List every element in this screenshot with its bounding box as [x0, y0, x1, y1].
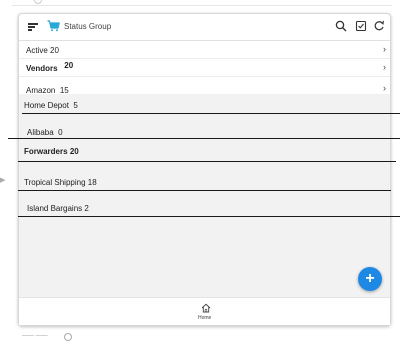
home-icon[interactable] — [201, 303, 211, 313]
group-item-alibaba[interactable]: Alibaba 0 — [27, 128, 63, 137]
group-item-forwarders[interactable]: Forwarders 20 — [24, 147, 79, 156]
top-app-bar: Status Group — [19, 14, 390, 41]
status-list: Active 20 › Vendors 20 › Amazon 15 › — [19, 41, 390, 96]
group-item-island-bargains[interactable]: Island Bargains 2 — [27, 204, 89, 213]
checkbox-icon[interactable] — [355, 20, 367, 32]
list-item-amazon[interactable]: Amazon 15 › — [19, 77, 390, 95]
home-label[interactable]: Home — [198, 315, 211, 321]
bottom-navigation: Home — [19, 297, 390, 325]
group-items-panel: Home Depot 5 Alibaba 0 Forwarders 20 Tro… — [19, 94, 390, 299]
background-window-bottom: —— —— — [22, 333, 48, 339]
divider — [8, 138, 400, 139]
menu-icon[interactable] — [28, 23, 38, 31]
search-icon[interactable] — [335, 20, 347, 32]
list-item-label: Active 20 — [26, 46, 59, 55]
list-item-label: Vendors 20 — [26, 61, 74, 73]
background-window-top — [12, 0, 392, 6]
left-expand-icon[interactable]: ▶ — [0, 176, 5, 184]
divider — [18, 216, 400, 217]
background-circle-icon — [34, 0, 42, 4]
divider — [22, 113, 400, 114]
add-button[interactable]: + — [358, 267, 382, 291]
chevron-right-icon: › — [383, 44, 386, 54]
chevron-right-icon: › — [383, 83, 386, 93]
list-item-active[interactable]: Active 20 › — [19, 41, 390, 59]
app-window: Status Group Active 20 › Vendors 20 › Am… — [18, 13, 391, 326]
divider — [18, 190, 391, 191]
background-circle-icon — [64, 333, 72, 341]
group-item-home-depot[interactable]: Home Depot 5 — [24, 101, 78, 110]
page-title: Status Group — [64, 22, 112, 31]
list-item-vendors[interactable]: Vendors 20 › — [19, 59, 390, 77]
divider — [18, 161, 396, 162]
cart-icon — [47, 20, 60, 32]
group-item-tropical-shipping[interactable]: Tropical Shipping 18 — [24, 178, 97, 187]
refresh-icon[interactable] — [373, 20, 385, 32]
chevron-right-icon: › — [383, 62, 386, 72]
